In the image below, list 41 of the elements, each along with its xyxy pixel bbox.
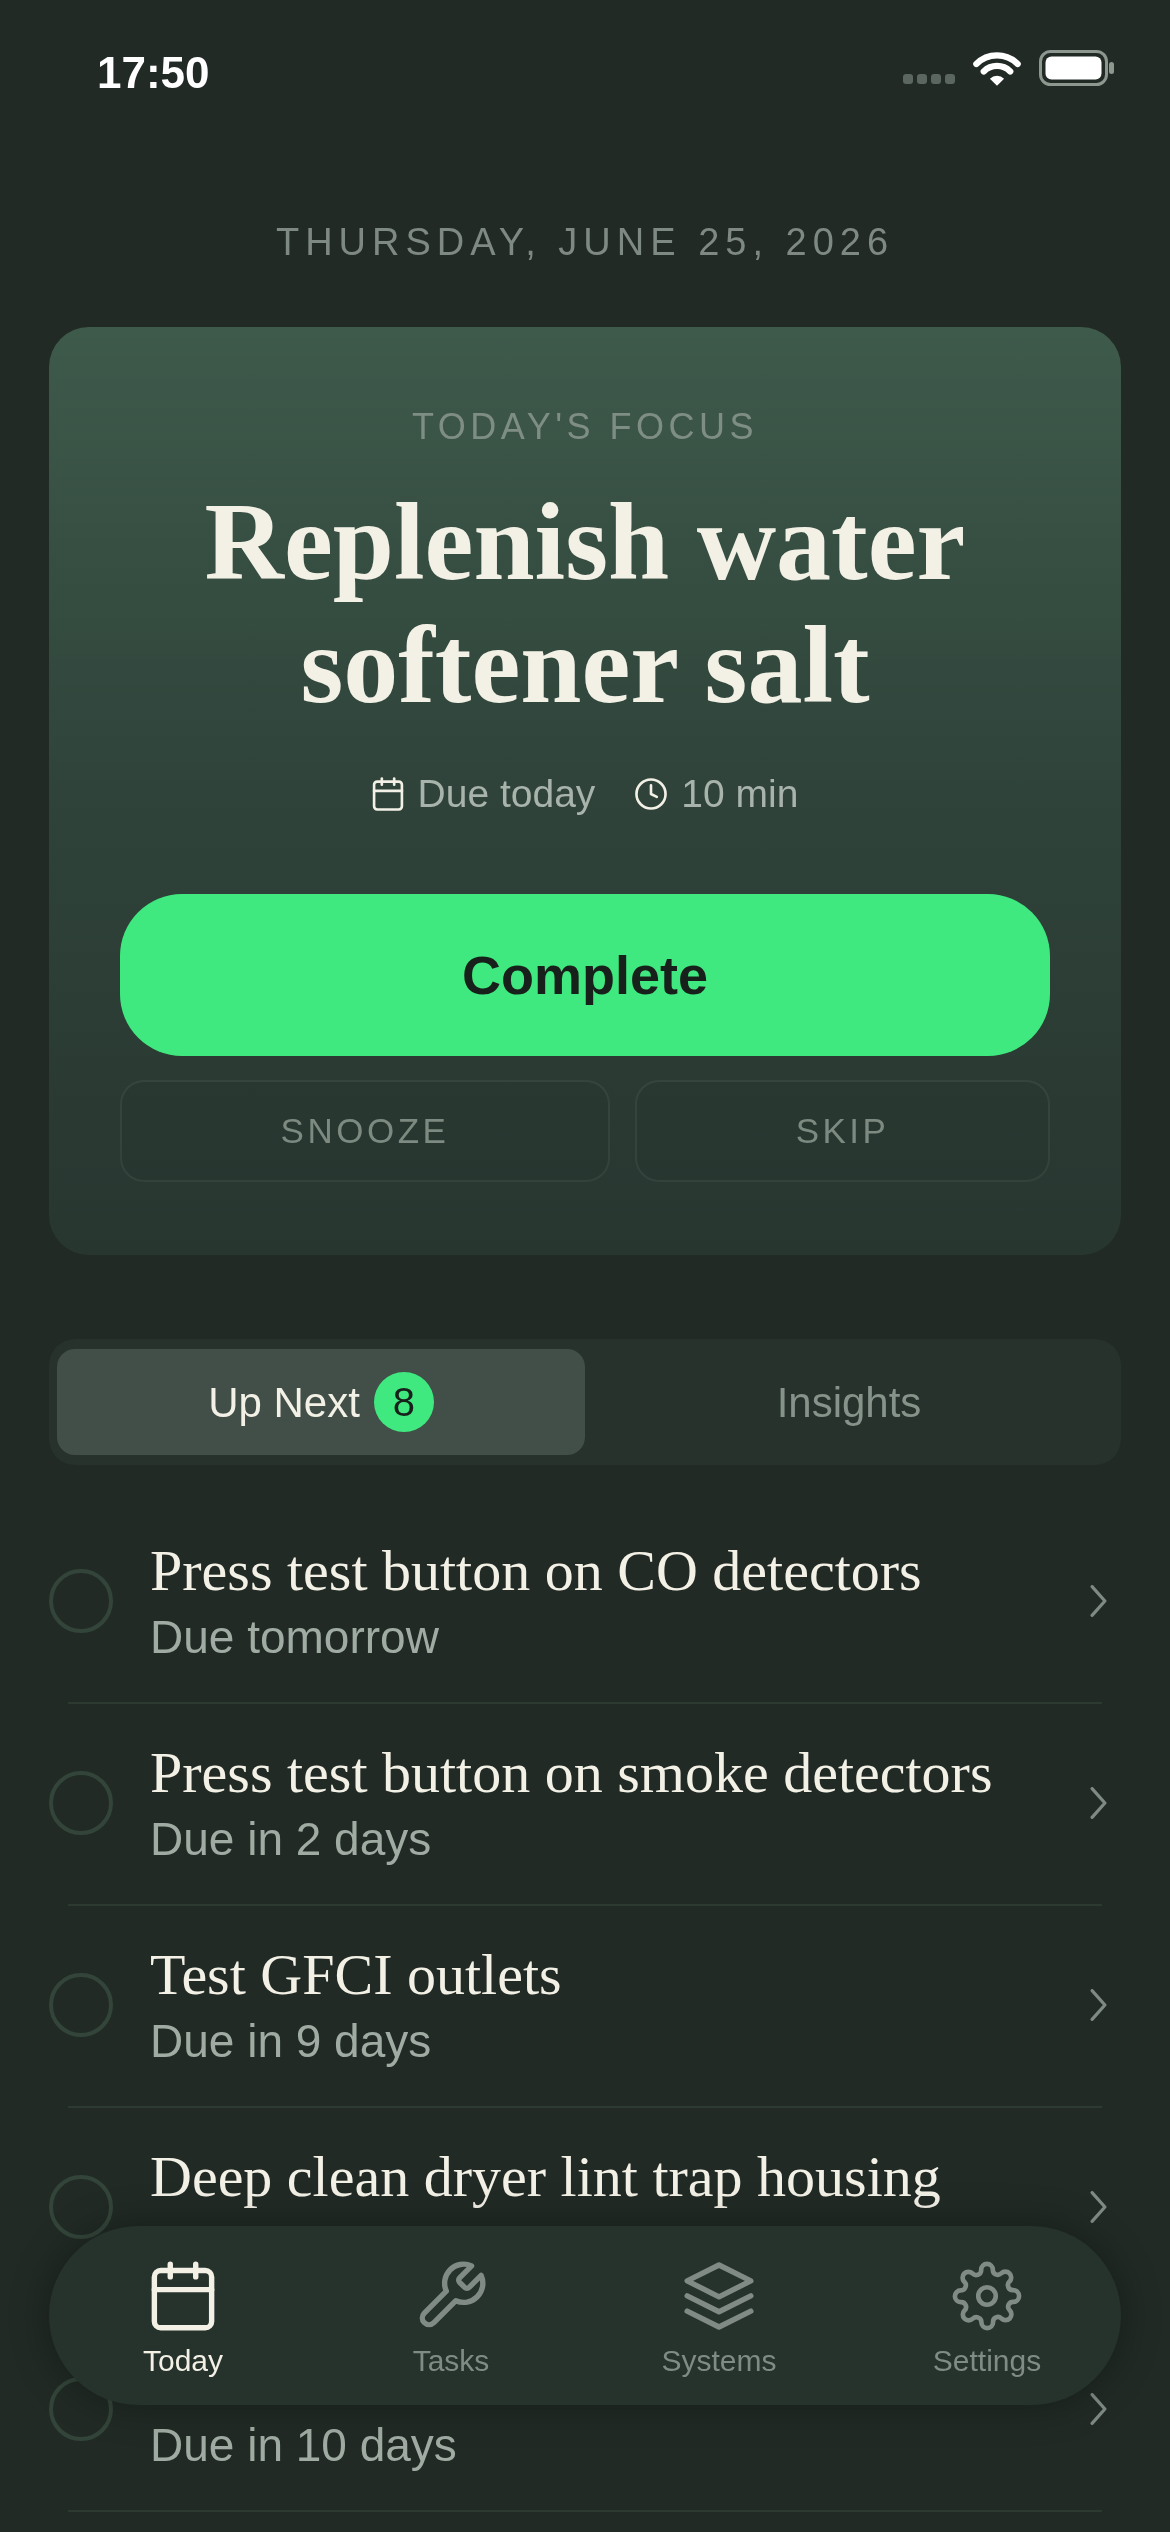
checkbox[interactable] [49,1771,113,1835]
chevron-icon [1090,2191,1107,2223]
due-text: Due in 2 days [150,1814,432,1864]
task-title[interactable]: Press test button on CO detectors [150,1540,922,1602]
complete-button[interactable]: Complete [120,894,1050,1056]
settings-icon [952,2261,1022,2331]
nav-tab[interactable]: Today [49,2261,317,2405]
wifi-icon [973,50,1021,86]
chevron-icon [1090,2393,1107,2425]
nav-tab[interactable]: Systems [585,2261,853,2405]
chevron-icon [1090,1787,1107,1819]
count-badge: 8 [373,1372,434,1432]
section-label: TODAY'S FOCUS [411,407,759,447]
task-title[interactable]: Test GFCI outlets [150,1944,562,2006]
focus-task-title: Replenish water softener salt [203,481,967,727]
task-title[interactable]: Press test button on smoke detectors [150,1742,993,1804]
chevron-icon [1090,1989,1107,2021]
nav-tab[interactable]: Settings [853,2261,1121,2405]
calendar-icon [371,777,404,811]
chevron-icon [1090,1585,1107,1617]
tab[interactable]: Insights [585,1349,1113,1455]
due-text: Due in 10 days [150,2420,457,2470]
nav-tab-label: Today [142,2343,224,2379]
nav-tab[interactable]: Tasks [317,2261,585,2405]
checkbox[interactable] [49,1973,113,2037]
nav-tab-label: Settings [932,2343,1042,2379]
tab[interactable]: Up Next 8 [57,1349,585,1455]
layers-icon [684,2261,754,2331]
clock-icon [635,777,668,811]
duration-text: 10 min [681,772,799,816]
cellular-signal-icon [903,74,955,84]
nav-tab-label: Systems [661,2343,777,2379]
due-text: Due tomorrow [150,1612,439,1662]
checkbox[interactable] [49,1569,113,1633]
due-text: Due today [417,772,596,816]
date-heading: THURSDAY, JUNE 25, 2026 [275,220,895,264]
battery-icon [1039,50,1115,86]
task-title[interactable]: Deep clean dryer lint trap housing [150,2146,941,2208]
status-time: 17:50 [97,50,210,96]
nav-tab-label: Tasks [412,2343,490,2379]
due-text: Due in 9 days [150,2016,432,2066]
